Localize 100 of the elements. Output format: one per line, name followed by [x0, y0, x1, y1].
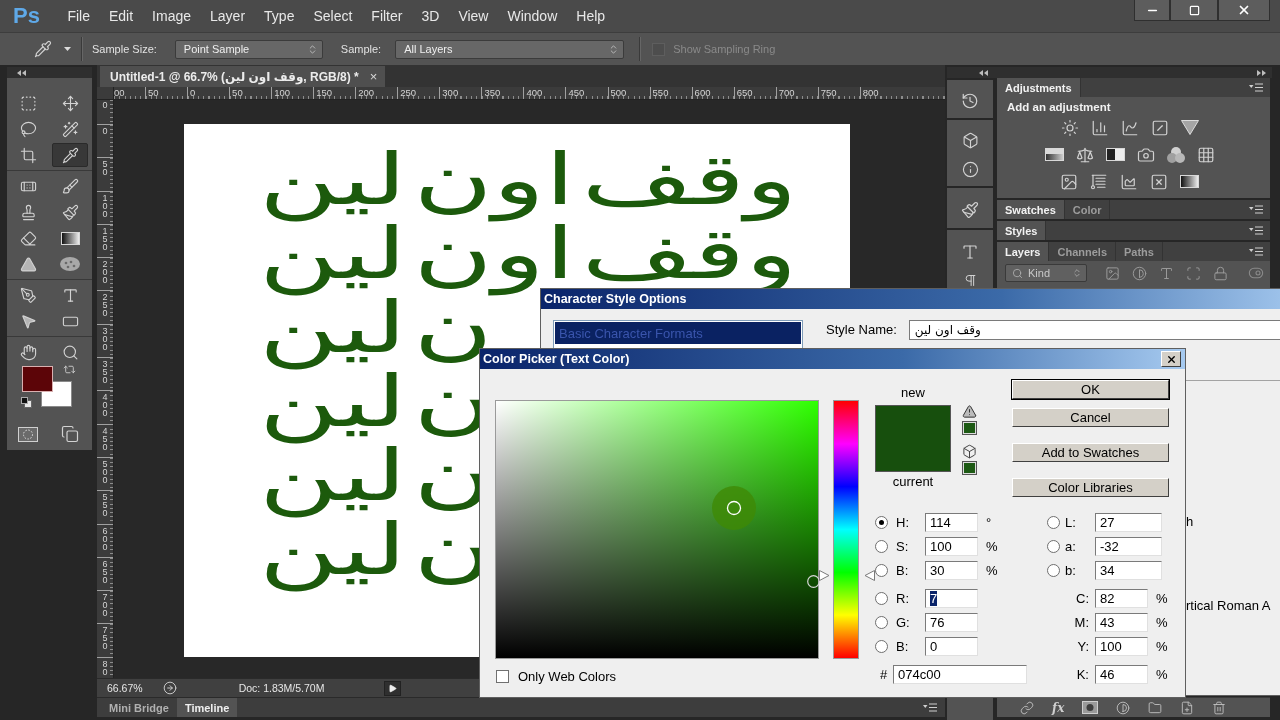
value-field[interactable]: 27: [1095, 513, 1162, 532]
close-button[interactable]: [1218, 0, 1270, 21]
color-field[interactable]: [495, 400, 819, 659]
color-swatch-icon[interactable]: [961, 461, 977, 475]
picture-icon[interactable]: [1060, 172, 1078, 191]
half-filled-square-icon[interactable]: [1105, 148, 1125, 161]
value-field[interactable]: 43: [1095, 613, 1148, 632]
sample-dropdown[interactable]: All Layers: [395, 39, 625, 59]
panel-tab[interactable]: Paths: [1116, 242, 1163, 261]
color-swatches-icon[interactable]: [22, 366, 72, 407]
value-field[interactable]: -32: [1095, 537, 1162, 556]
dialog-button[interactable]: OK: [1012, 380, 1169, 399]
three-circles-icon[interactable]: [1166, 146, 1185, 163]
mask-icon[interactable]: [1082, 701, 1099, 714]
document-tab[interactable]: Untitled-1 @ 66.7% (وقف اون لين, RGB/8) * ×: [100, 66, 386, 87]
filter-dropdown[interactable]: Kind: [1005, 264, 1087, 282]
checkbox[interactable]: [496, 670, 509, 683]
down-triangle-icon[interactable]: [1180, 120, 1199, 135]
dialog-button[interactable]: Add to Swatches: [1012, 443, 1169, 462]
radio-button[interactable]: [875, 592, 888, 605]
stacked-frames-icon[interactable]: [61, 425, 79, 443]
radio-button[interactable]: [875, 516, 888, 529]
panel-menu-icon[interactable]: [1249, 83, 1263, 92]
value-field[interactable]: 82: [1095, 589, 1148, 608]
sun-icon[interactable]: [1060, 118, 1079, 137]
panel-tab[interactable]: Color: [1064, 200, 1111, 219]
dotted-circle-frame-icon[interactable]: [18, 426, 38, 442]
dialog-button[interactable]: Color Libraries: [1012, 478, 1169, 497]
swap-arrows-icon[interactable]: [63, 363, 76, 376]
menu-item[interactable]: Help: [566, 5, 615, 27]
value-field[interactable]: 100: [1095, 637, 1148, 656]
menu-item[interactable]: Filter: [361, 5, 412, 27]
radio-button[interactable]: [1047, 540, 1060, 553]
new-page-icon[interactable]: [1180, 700, 1195, 715]
menu-item[interactable]: Type: [254, 5, 304, 27]
info-icon[interactable]: [961, 161, 979, 178]
link-icon[interactable]: [1020, 700, 1034, 715]
radio-button[interactable]: [875, 540, 888, 553]
panel-menu-icon[interactable]: [1249, 226, 1263, 235]
minimize-button[interactable]: [1134, 0, 1170, 21]
type-icon[interactable]: [1159, 265, 1174, 281]
picture-icon[interactable]: [1105, 265, 1120, 281]
panel-tab[interactable]: Styles: [997, 221, 1047, 240]
tool-button[interactable]: [52, 143, 88, 167]
paintbrush-icon[interactable]: [961, 201, 979, 219]
value-field[interactable]: 76: [925, 613, 978, 632]
eyedropper-icon[interactable]: [34, 40, 52, 58]
panel-menu-icon[interactable]: [923, 703, 937, 712]
hex-field[interactable]: 074c00: [893, 665, 1027, 684]
color-swatch-icon[interactable]: [961, 421, 977, 435]
panel-tab[interactable]: Swatches: [997, 200, 1065, 219]
panel-menu-icon[interactable]: [1249, 205, 1263, 214]
trash-icon[interactable]: [1212, 700, 1227, 715]
type-icon[interactable]: [961, 243, 979, 261]
menu-item[interactable]: Edit: [99, 5, 143, 27]
value-field[interactable]: 100: [925, 537, 978, 556]
scales-icon[interactable]: [1075, 145, 1094, 164]
value-field[interactable]: 34: [1095, 561, 1162, 580]
menu-item[interactable]: File: [57, 5, 100, 27]
play-button[interactable]: [384, 680, 402, 696]
menu-item[interactable]: Layer: [200, 5, 255, 27]
slashed-square-icon[interactable]: [1150, 118, 1169, 137]
tab-close-button[interactable]: ×: [369, 69, 378, 84]
radio-button[interactable]: [875, 564, 888, 577]
radio-button[interactable]: [1047, 516, 1060, 529]
pilcrow-icon[interactable]: [962, 273, 978, 288]
maximize-button[interactable]: [1170, 0, 1218, 21]
effects-button[interactable]: fx: [1052, 700, 1065, 715]
grid-icon[interactable]: [1196, 145, 1215, 164]
sample-size-dropdown[interactable]: Point Sample: [174, 39, 323, 59]
slider-thumb[interactable]: [819, 569, 875, 581]
value-field[interactable]: 46: [1095, 665, 1148, 684]
value-field[interactable]: 114: [925, 513, 978, 532]
crossed-square-icon[interactable]: [1150, 172, 1168, 191]
gradient-swatch-icon[interactable]: [1180, 175, 1199, 188]
clock-arrow-icon[interactable]: [961, 92, 979, 110]
style-name-field[interactable]: وقف اون لين: [908, 319, 1280, 340]
value-field[interactable]: 7: [925, 589, 978, 608]
double-left-arrow-icon[interactable]: [17, 69, 26, 76]
panel-tab[interactable]: Channels: [1049, 242, 1116, 261]
radio-button[interactable]: [875, 616, 888, 629]
panel-tab[interactable]: Mini Bridge: [101, 698, 177, 717]
camera-icon[interactable]: [1136, 145, 1155, 164]
menu-item[interactable]: Image: [142, 5, 201, 27]
folder-icon[interactable]: [1148, 700, 1163, 715]
panel-tab[interactable]: Timeline: [176, 698, 238, 717]
radio-button[interactable]: [875, 640, 888, 653]
caret-icon[interactable]: [64, 47, 71, 51]
small-squares-icon[interactable]: [21, 397, 32, 408]
dialog-button[interactable]: Cancel: [1012, 408, 1169, 427]
bar-chart-icon[interactable]: [1090, 118, 1109, 137]
cube-icon[interactable]: [961, 132, 979, 149]
panel-menu-icon[interactable]: [1249, 247, 1263, 256]
shaded-bars-icon[interactable]: [1044, 148, 1064, 161]
menu-item[interactable]: Select: [303, 5, 362, 27]
menu-item[interactable]: View: [448, 5, 498, 27]
menu-item[interactable]: 3D: [411, 5, 449, 27]
half-circle-icon[interactable]: [1132, 265, 1147, 281]
lock-icon[interactable]: [1213, 265, 1228, 281]
half-circle-icon[interactable]: [1116, 700, 1131, 715]
